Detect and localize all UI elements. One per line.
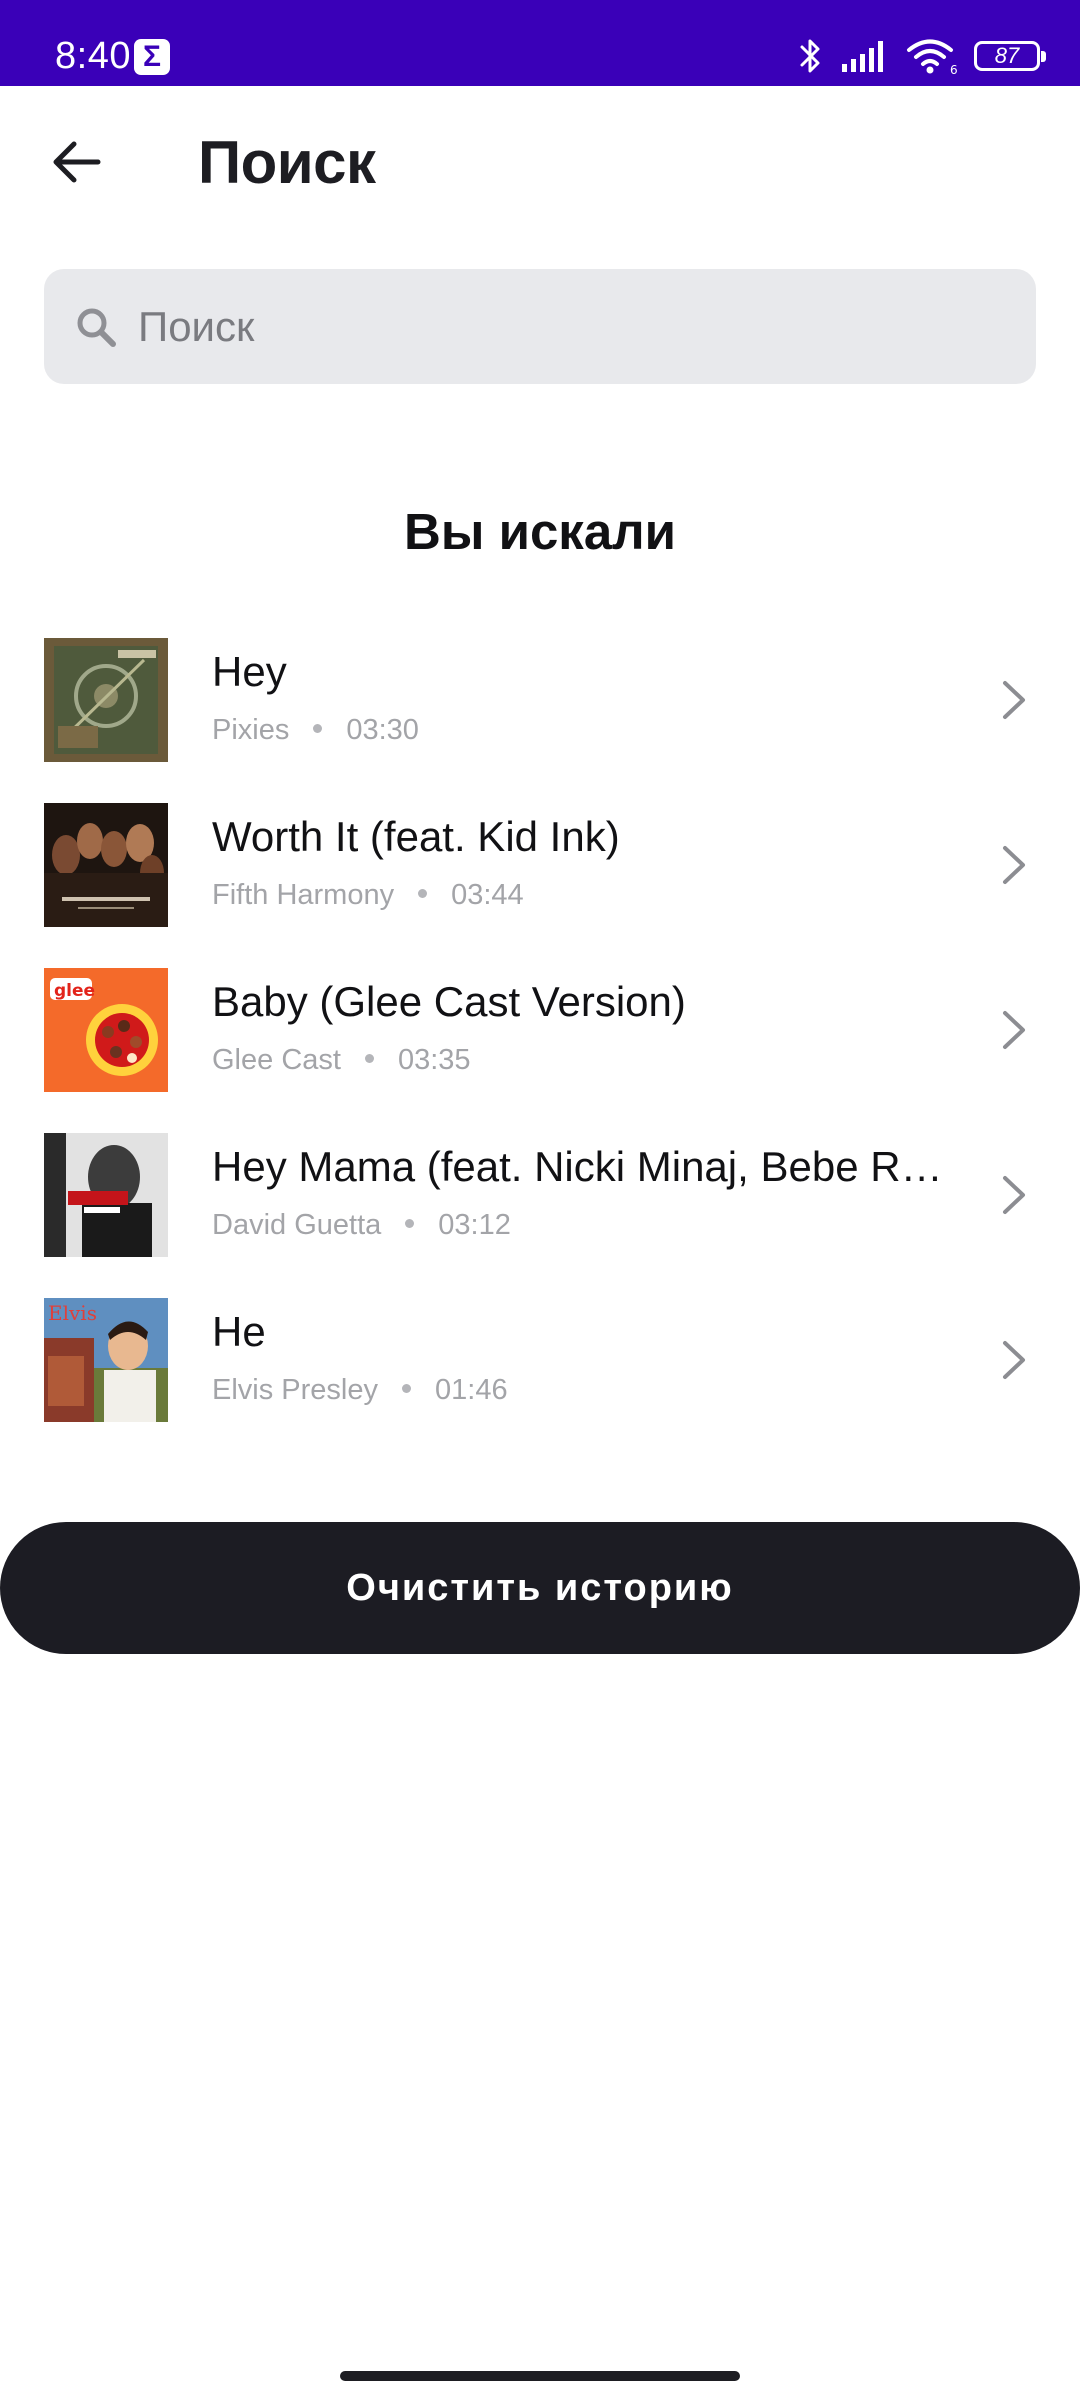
chevron-right-icon — [1003, 1011, 1025, 1049]
page-title: Поиск — [198, 129, 376, 196]
svg-text:glee: glee — [54, 981, 95, 1001]
separator-dot — [313, 723, 323, 733]
svg-text:6: 6 — [950, 63, 958, 75]
album-cover-fifth-harmony — [44, 803, 168, 927]
album-cover-david-guetta — [44, 1133, 168, 1257]
track-duration: 03:12 — [438, 1209, 511, 1241]
signal-icon — [842, 41, 883, 72]
status-bar: 8:40 Σ 6 87 — [0, 0, 1080, 86]
chevron-right-icon — [1003, 846, 1025, 884]
track-meta: Glee Cast 03:35 — [212, 1042, 471, 1078]
search-icon — [77, 308, 116, 347]
track-duration: 03:44 — [451, 879, 524, 911]
album-cover-glee: glee — [44, 968, 168, 1092]
chevron-right-icon — [1003, 1176, 1025, 1214]
separator-dot — [364, 1053, 374, 1063]
wifi-icon: 6 — [907, 39, 958, 75]
chevron-right-icon — [1003, 1341, 1025, 1379]
track-duration: 01:46 — [435, 1374, 508, 1406]
album-cover-pixies — [44, 638, 168, 762]
home-indicator[interactable] — [340, 2371, 740, 2381]
track-title: He — [212, 1308, 266, 1355]
separator-dot — [405, 1218, 415, 1228]
chevron-right-icon — [1003, 681, 1025, 719]
separator-dot — [418, 888, 428, 898]
sigma-icon: Σ — [134, 39, 170, 75]
separator-dot — [402, 1383, 411, 1393]
search-screen: 8:40 Σ 6 87 Поиск Поиск Вы искали Hey Pi… — [0, 0, 1080, 2400]
search-input[interactable] — [136, 269, 1018, 384]
track-artist: Elvis Presley — [212, 1374, 378, 1406]
battery-icon: 87 — [974, 41, 1046, 71]
track-title: Worth It (feat. Kid Ink) — [212, 813, 620, 860]
track-meta: Fifth Harmony 03:44 — [212, 877, 524, 913]
search-field[interactable] — [44, 269, 1036, 384]
track-duration: 03:35 — [397, 1044, 471, 1076]
history-item[interactable]: Elvis He Elvis Presley 01:46 — [0, 1288, 1080, 1453]
track-meta: Pixies 03:30 — [212, 712, 419, 748]
track-artist: Pixies — [212, 714, 290, 746]
track-artist: David Guetta — [212, 1209, 382, 1241]
track-meta: David Guetta 03:12 — [212, 1207, 511, 1243]
history-item[interactable]: glee Baby (Glee Cast Version) Glee Cast 0… — [0, 958, 1080, 1123]
track-meta: Elvis Presley 01:46 — [212, 1372, 508, 1408]
track-title: Baby (Glee Cast Version) — [212, 978, 686, 1025]
status-time: 8:40 — [55, 35, 131, 77]
status-icons: 6 87 — [798, 36, 1046, 76]
history-title: Вы искали — [404, 503, 676, 560]
clear-history-button[interactable]: Очистить историю — [0, 1522, 1080, 1654]
history-item[interactable]: Hey Pixies 03:30 — [0, 628, 1080, 793]
svg-text:Elvis: Elvis — [48, 1301, 97, 1325]
arrow-left-icon — [53, 141, 101, 183]
bluetooth-icon — [800, 39, 820, 73]
history-item[interactable]: Worth It (feat. Kid Ink) Fifth Harmony 03… — [0, 793, 1080, 958]
track-title: Hey — [212, 648, 287, 695]
track-artist: Glee Cast — [212, 1044, 341, 1076]
history-item[interactable]: Hey Mama (feat. Nicki Minaj, Bebe Rexha … — [0, 1123, 1080, 1288]
track-artist: Fifth Harmony — [212, 879, 395, 911]
back-button[interactable] — [44, 130, 108, 194]
album-cover-elvis: Elvis — [44, 1298, 168, 1422]
track-title: Hey Mama (feat. Nicki Minaj, Bebe Rexha … — [212, 1143, 952, 1190]
track-duration: 03:30 — [346, 714, 419, 746]
search-history-list: Hey Pixies 03:30 Worth It (feat. Kid Ink… — [0, 628, 1080, 1453]
